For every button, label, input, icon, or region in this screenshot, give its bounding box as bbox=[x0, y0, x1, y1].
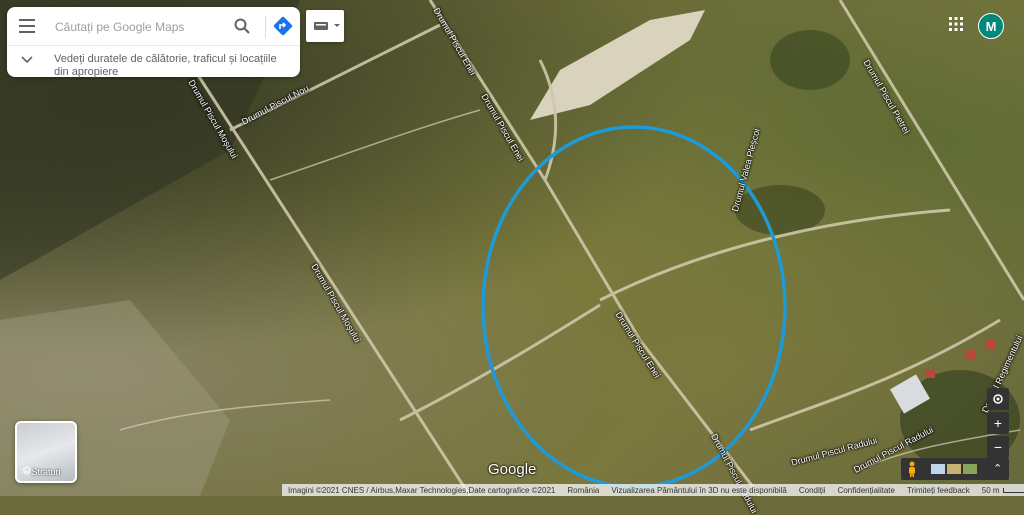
footpath bbox=[269, 109, 481, 181]
tree-cluster bbox=[770, 30, 850, 90]
apps-grid-icon[interactable] bbox=[949, 17, 963, 31]
chevron-down-icon bbox=[21, 56, 33, 64]
keyboard-icon bbox=[314, 22, 340, 30]
footer: Imagini ©2021 CNES / Airbus,Maxar Techno… bbox=[282, 484, 1024, 496]
directions-icon[interactable] bbox=[273, 16, 293, 36]
road-piscul-mosului bbox=[183, 54, 472, 496]
divider bbox=[265, 16, 266, 38]
google-logo: Google bbox=[488, 461, 537, 478]
search-icon[interactable] bbox=[233, 17, 251, 35]
search-input[interactable] bbox=[53, 16, 227, 38]
search-row bbox=[7, 7, 300, 45]
layers-button[interactable]: Straturi bbox=[15, 421, 77, 483]
road-piscul-pietrei bbox=[838, 0, 1024, 301]
menu-icon[interactable] bbox=[19, 19, 35, 33]
pegman-icon[interactable] bbox=[907, 461, 917, 477]
zoom-out-button[interactable]: − bbox=[987, 436, 1009, 458]
input-tools-button[interactable] bbox=[306, 10, 344, 42]
imagery-strip: ⌃ bbox=[901, 458, 1009, 480]
privacy-link[interactable]: Confidențialitate bbox=[838, 486, 895, 495]
my-location-button[interactable] bbox=[987, 388, 1009, 410]
terms-link[interactable]: Condiții bbox=[799, 486, 826, 495]
building bbox=[965, 350, 975, 360]
building bbox=[985, 340, 995, 350]
imagery-thumbnail[interactable] bbox=[931, 464, 945, 474]
layers-label: Straturi bbox=[31, 467, 61, 477]
imagery-thumbnail[interactable] bbox=[963, 464, 977, 474]
country-link[interactable]: România bbox=[567, 486, 599, 495]
imagery-credits: Imagini ©2021 CNES / Airbus,Maxar Techno… bbox=[288, 485, 556, 495]
search-panel: Vedeți duratele de călătorie, traficul ș… bbox=[7, 7, 300, 78]
feedback-link[interactable]: Trimiteți feedback bbox=[907, 486, 970, 495]
expand-icon[interactable]: ⌃ bbox=[993, 462, 1002, 475]
building bbox=[925, 370, 935, 378]
suggestion-text: Vedeți duratele de călătorie, traficul ș… bbox=[54, 53, 277, 78]
location-icon bbox=[993, 394, 1003, 404]
track-west bbox=[399, 303, 601, 422]
suggestion-row[interactable]: Vedeți duratele de călătorie, traficul ș… bbox=[7, 46, 300, 78]
map-controls: + − bbox=[987, 388, 1009, 460]
scale-label: 50 m bbox=[981, 485, 1000, 495]
3d-notice: Vizualizarea Pământului în 3D nu este di… bbox=[611, 485, 787, 495]
scale-bar bbox=[1002, 487, 1024, 493]
sand-patch bbox=[530, 10, 705, 120]
scale[interactable]: 50 m bbox=[982, 486, 1024, 495]
zoom-in-button[interactable]: + bbox=[987, 412, 1009, 434]
avatar[interactable]: M bbox=[978, 13, 1004, 39]
imagery-thumbnail[interactable] bbox=[947, 464, 961, 474]
